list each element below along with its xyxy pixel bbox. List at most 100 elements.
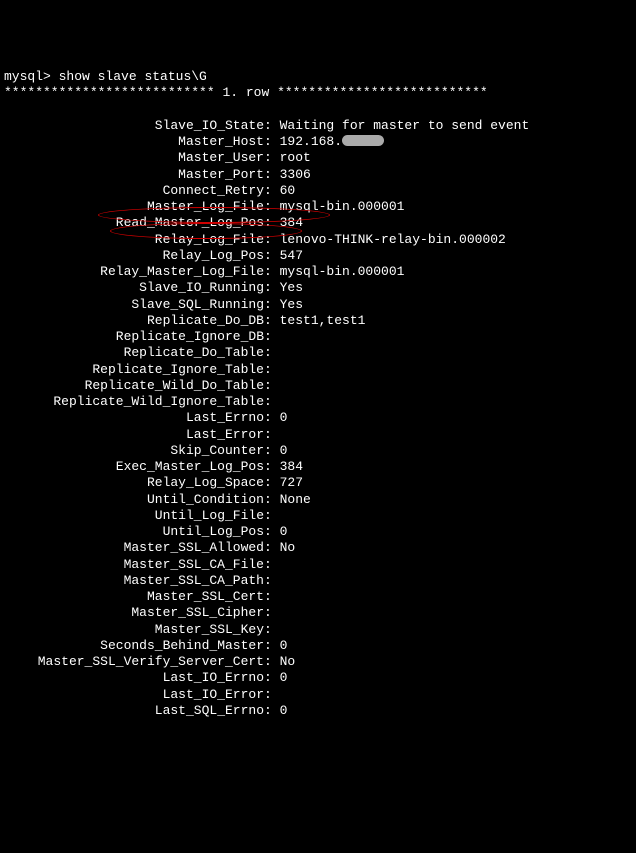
field-label: Replicate_Ignore_Table [4, 362, 264, 378]
status-line: Replicate_Ignore_DB: [4, 329, 632, 345]
field-separator: : [264, 264, 280, 279]
field-label: Until_Condition [4, 492, 264, 508]
field-separator: : [264, 654, 280, 669]
field-separator: : [264, 297, 280, 312]
field-label: Relay_Log_Pos [4, 248, 264, 264]
field-label: Master_SSL_Cert [4, 589, 264, 605]
field-label: Last_Errno [4, 410, 264, 426]
field-value: 0 [280, 670, 288, 685]
status-line: Master_SSL_Cipher: [4, 605, 632, 621]
field-label: Replicate_Wild_Ignore_Table [4, 394, 264, 410]
status-line: Master_Log_File: mysql-bin.000001 [4, 199, 632, 215]
field-separator: : [264, 492, 280, 507]
field-separator: : [264, 378, 280, 393]
command-text: show slave status\G [59, 69, 207, 84]
field-label: Slave_IO_State [4, 118, 264, 134]
status-line: Relay_Log_File: lenovo-THINK-relay-bin.0… [4, 232, 632, 248]
field-separator: : [264, 589, 280, 604]
status-line: Connect_Retry: 60 [4, 183, 632, 199]
field-label: Master_User [4, 150, 264, 166]
field-value: 0 [280, 410, 288, 425]
field-separator: : [264, 199, 280, 214]
field-separator: : [264, 410, 280, 425]
field-value: 384 [280, 215, 303, 230]
field-label: Replicate_Ignore_DB [4, 329, 264, 345]
field-separator: : [264, 345, 280, 360]
row-sep-right: *************************** [277, 85, 488, 100]
field-label: Until_Log_File [4, 508, 264, 524]
field-separator: : [264, 638, 280, 653]
status-line: Relay_Log_Space: 727 [4, 475, 632, 491]
prompt-label: mysql> [4, 69, 51, 84]
field-separator: : [264, 443, 280, 458]
field-separator: : [264, 215, 280, 230]
status-line: Master_SSL_Key: [4, 622, 632, 638]
field-value: 384 [280, 459, 303, 474]
field-label: Master_Log_File [4, 199, 264, 215]
status-line: Master_Port: 3306 [4, 167, 632, 183]
status-line: Last_Error: [4, 427, 632, 443]
status-line: Slave_IO_Running: Yes [4, 280, 632, 296]
redacted-block [342, 135, 384, 146]
field-label: Master_SSL_Verify_Server_Cert [4, 654, 264, 670]
field-separator: : [264, 573, 280, 588]
field-label: Master_SSL_Allowed [4, 540, 264, 556]
field-label: Last_Error [4, 427, 264, 443]
field-separator: : [264, 329, 280, 344]
status-line: Master_SSL_Verify_Server_Cert: No [4, 654, 632, 670]
status-line: Replicate_Wild_Ignore_Table: [4, 394, 632, 410]
field-separator: : [264, 475, 280, 490]
field-value: No [280, 654, 296, 669]
field-label: Connect_Retry [4, 183, 264, 199]
status-line: Slave_IO_State: Waiting for master to se… [4, 118, 632, 134]
field-separator: : [264, 605, 280, 620]
field-label: Replicate_Wild_Do_Table [4, 378, 264, 394]
field-label: Last_SQL_Errno [4, 703, 264, 719]
field-label: Master_SSL_CA_Path [4, 573, 264, 589]
field-value: 0 [280, 443, 288, 458]
field-value: 3306 [280, 167, 311, 182]
field-separator: : [264, 524, 280, 539]
field-label: Master_SSL_Cipher [4, 605, 264, 621]
field-label: Relay_Log_Space [4, 475, 264, 491]
status-line: Last_Errno: 0 [4, 410, 632, 426]
field-value: None [280, 492, 311, 507]
field-label: Replicate_Do_Table [4, 345, 264, 361]
field-separator: : [264, 557, 280, 572]
status-line: Replicate_Ignore_Table: [4, 362, 632, 378]
field-value: 192.168. [280, 134, 342, 149]
field-separator: : [264, 459, 280, 474]
status-line: Master_SSL_Cert: [4, 589, 632, 605]
field-value: test1,test1 [280, 313, 366, 328]
status-fields: Slave_IO_State: Waiting for master to se… [4, 118, 632, 719]
field-value: No [280, 540, 296, 555]
status-line: Read_Master_Log_Pos: 384 [4, 215, 632, 231]
status-line: Master_SSL_CA_File: [4, 557, 632, 573]
status-line: Exec_Master_Log_Pos: 384 [4, 459, 632, 475]
field-separator: : [264, 183, 280, 198]
field-value: mysql-bin.000001 [280, 199, 405, 214]
field-value: 60 [280, 183, 296, 198]
field-value: 0 [280, 524, 288, 539]
field-label: Master_SSL_Key [4, 622, 264, 638]
field-separator: : [264, 248, 280, 263]
field-value: Yes [280, 280, 303, 295]
field-separator: : [264, 167, 280, 182]
field-value: mysql-bin.000001 [280, 264, 405, 279]
status-line: Replicate_Do_Table: [4, 345, 632, 361]
field-value: Yes [280, 297, 303, 312]
field-separator: : [264, 134, 280, 149]
field-label: Last_IO_Error [4, 687, 264, 703]
status-line: Relay_Master_Log_File: mysql-bin.000001 [4, 264, 632, 280]
status-line: Last_IO_Error: [4, 687, 632, 703]
field-label: Until_Log_Pos [4, 524, 264, 540]
status-line: Master_Host: 192.168. [4, 134, 632, 150]
field-label: Slave_SQL_Running [4, 297, 264, 313]
status-line: Last_IO_Errno: 0 [4, 670, 632, 686]
field-value: 547 [280, 248, 303, 263]
field-label: Relay_Master_Log_File [4, 264, 264, 280]
field-value: root [280, 150, 311, 165]
field-separator: : [264, 280, 280, 295]
field-separator: : [264, 150, 280, 165]
field-separator: : [264, 427, 280, 442]
